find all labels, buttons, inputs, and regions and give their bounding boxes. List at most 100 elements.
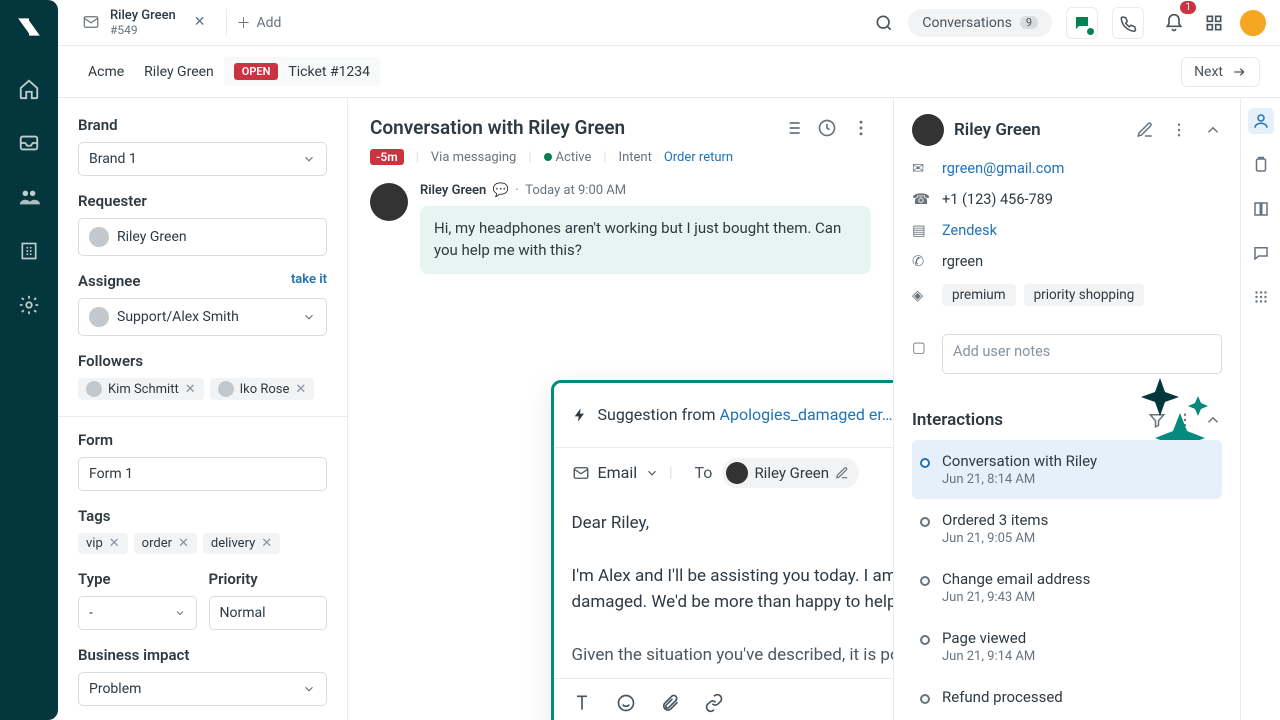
followers-label: Followers [78, 352, 327, 370]
search-icon[interactable] [874, 13, 894, 33]
recipient-chip[interactable]: Riley Green [722, 458, 859, 488]
history-icon[interactable] [817, 118, 837, 138]
chat-icon[interactable] [1248, 240, 1274, 266]
assignee-label: Assigneetake it [78, 272, 327, 290]
overflow-icon[interactable] [1170, 121, 1188, 139]
impact-label: Business impact [78, 646, 327, 664]
edit-icon[interactable] [1136, 121, 1154, 139]
chevron-up-icon[interactable] [1204, 121, 1222, 139]
form-select[interactable]: Form 1 [78, 457, 327, 491]
breadcrumb-org[interactable]: Acme [78, 58, 134, 86]
chevron-up-icon[interactable] [1204, 411, 1222, 429]
tag-icon: ◈ [912, 287, 930, 304]
message-header: Riley Green 💬 · Today at 9:00 AM [420, 183, 871, 198]
remove-icon[interactable]: ✕ [185, 382, 196, 397]
home-icon[interactable] [16, 76, 42, 102]
user-panel: Riley Green ✉rgreen@gmail.com ☎+1 (123) … [894, 98, 1240, 720]
channel-select[interactable]: Email [572, 463, 660, 482]
to-label: To [695, 463, 713, 482]
interaction-item[interactable]: Refund processed [912, 676, 1222, 718]
phone-value: +1 (123) 456-789 [942, 191, 1053, 208]
text-format-icon[interactable] [572, 693, 592, 713]
whatsapp-icon: ✆ [912, 253, 930, 270]
suggestion-text: Suggestion from Apologies_damaged er… [598, 405, 893, 424]
close-icon[interactable]: ✕ [194, 14, 206, 30]
inbox-icon[interactable] [16, 130, 42, 156]
properties-panel: Brand Brand 1 Requester Riley Green Assi… [58, 98, 348, 720]
take-it-link[interactable]: take it [291, 272, 327, 287]
grid-icon[interactable] [1248, 284, 1274, 310]
follower-chip[interactable]: Kim Schmitt✕ [78, 378, 204, 400]
macro-link[interactable]: Apologies_damaged er… [720, 405, 893, 424]
tab-title: Riley Green [110, 8, 176, 24]
tag-chip[interactable]: order✕ [134, 533, 197, 554]
customers-icon[interactable] [16, 184, 42, 210]
interaction-item[interactable]: Page viewedJun 21, 9:14 AM [912, 617, 1222, 676]
settings-icon[interactable] [16, 292, 42, 318]
phone-icon[interactable] [1112, 7, 1144, 39]
email-icon: ✉ [912, 160, 930, 177]
bell-icon[interactable]: 1 [1158, 7, 1190, 39]
breadcrumb-ticket[interactable]: OPEN Ticket #1234 [224, 57, 380, 86]
breadcrumb-user[interactable]: Riley Green [134, 58, 224, 86]
link-icon[interactable] [704, 693, 724, 713]
next-button[interactable]: Next [1181, 57, 1260, 87]
tab[interactable]: Riley Green #549 ✕ [70, 4, 218, 42]
priority-label: Priority [209, 570, 328, 588]
requester-select[interactable]: Riley Green [78, 218, 327, 256]
tag-chip[interactable]: delivery✕ [203, 533, 280, 554]
brand-label: Brand [78, 116, 327, 134]
tag-chip[interactable]: vip✕ [78, 533, 128, 554]
interaction-item[interactable]: Conversation with RileyJun 21, 8:14 AM [912, 440, 1222, 499]
tab-subtitle: #549 [110, 23, 176, 37]
brand-select[interactable]: Brand 1 [78, 142, 327, 176]
add-tab-button[interactable]: ＋Add [226, 9, 292, 37]
overflow-icon[interactable] [851, 118, 871, 138]
conversation-title: Conversation with Riley Green [370, 116, 773, 139]
interactions-title: Interactions [912, 410, 1138, 430]
note-icon: ▢ [912, 339, 930, 356]
clipboard-icon[interactable] [1248, 152, 1274, 178]
intent-link[interactable]: Order return [664, 150, 733, 165]
topbar: Riley Green #549 ✕ ＋Add Conversations 9 … [58, 0, 1280, 46]
via-label: Via messaging [431, 150, 516, 165]
form-label: Form [78, 431, 327, 449]
user-icon[interactable] [1248, 108, 1274, 134]
type-select[interactable]: - [78, 596, 197, 630]
user-tag[interactable]: premium [942, 284, 1016, 306]
chat-icon[interactable] [1066, 7, 1098, 39]
handle-value: rgreen [942, 253, 983, 270]
sender-avatar [370, 183, 408, 221]
filter-icon[interactable] [1148, 411, 1166, 429]
phone-icon: ☎ [912, 191, 930, 208]
priority-select[interactable]: Normal [209, 596, 328, 630]
attachment-icon[interactable] [660, 693, 680, 713]
org-icon[interactable] [16, 238, 42, 264]
interaction-item[interactable]: Change email addressJun 21, 9:43 AM [912, 558, 1222, 617]
breadcrumb-row: Acme Riley Green OPEN Ticket #1234 Next [58, 46, 1280, 98]
apps-icon[interactable] [1204, 13, 1224, 33]
conversation-panel: Conversation with Riley Green -5m | Via … [348, 98, 894, 720]
conversations-pill[interactable]: Conversations 9 [908, 9, 1052, 37]
tags-label: Tags [78, 507, 327, 525]
list-icon[interactable] [783, 118, 803, 138]
interaction-item[interactable]: Ordered 3 itemsJun 21, 9:05 AM [912, 499, 1222, 558]
bolt-icon [572, 407, 588, 423]
company-link[interactable]: Zendesk [942, 222, 997, 239]
type-label: Type [78, 570, 197, 588]
user-tag[interactable]: priority shopping [1024, 284, 1145, 306]
intent-label: Intent [619, 150, 652, 165]
remove-icon[interactable]: ✕ [295, 382, 306, 397]
emoji-icon[interactable] [616, 693, 636, 713]
composer-body[interactable]: Dear Riley, I'm Alex and I'll be assisti… [554, 498, 895, 668]
impact-select[interactable]: Problem [78, 672, 327, 706]
status-label: Active [544, 150, 592, 165]
assignee-select[interactable]: Support/Alex Smith [78, 298, 327, 336]
profile-avatar [912, 114, 944, 146]
user-avatar[interactable] [1238, 8, 1268, 38]
follower-chip[interactable]: Iko Rose✕ [210, 378, 315, 400]
overflow-icon[interactable] [1176, 411, 1194, 429]
book-icon[interactable] [1248, 196, 1274, 222]
email-link[interactable]: rgreen@gmail.com [942, 160, 1064, 177]
user-notes-input[interactable]: Add user notes [942, 334, 1222, 374]
